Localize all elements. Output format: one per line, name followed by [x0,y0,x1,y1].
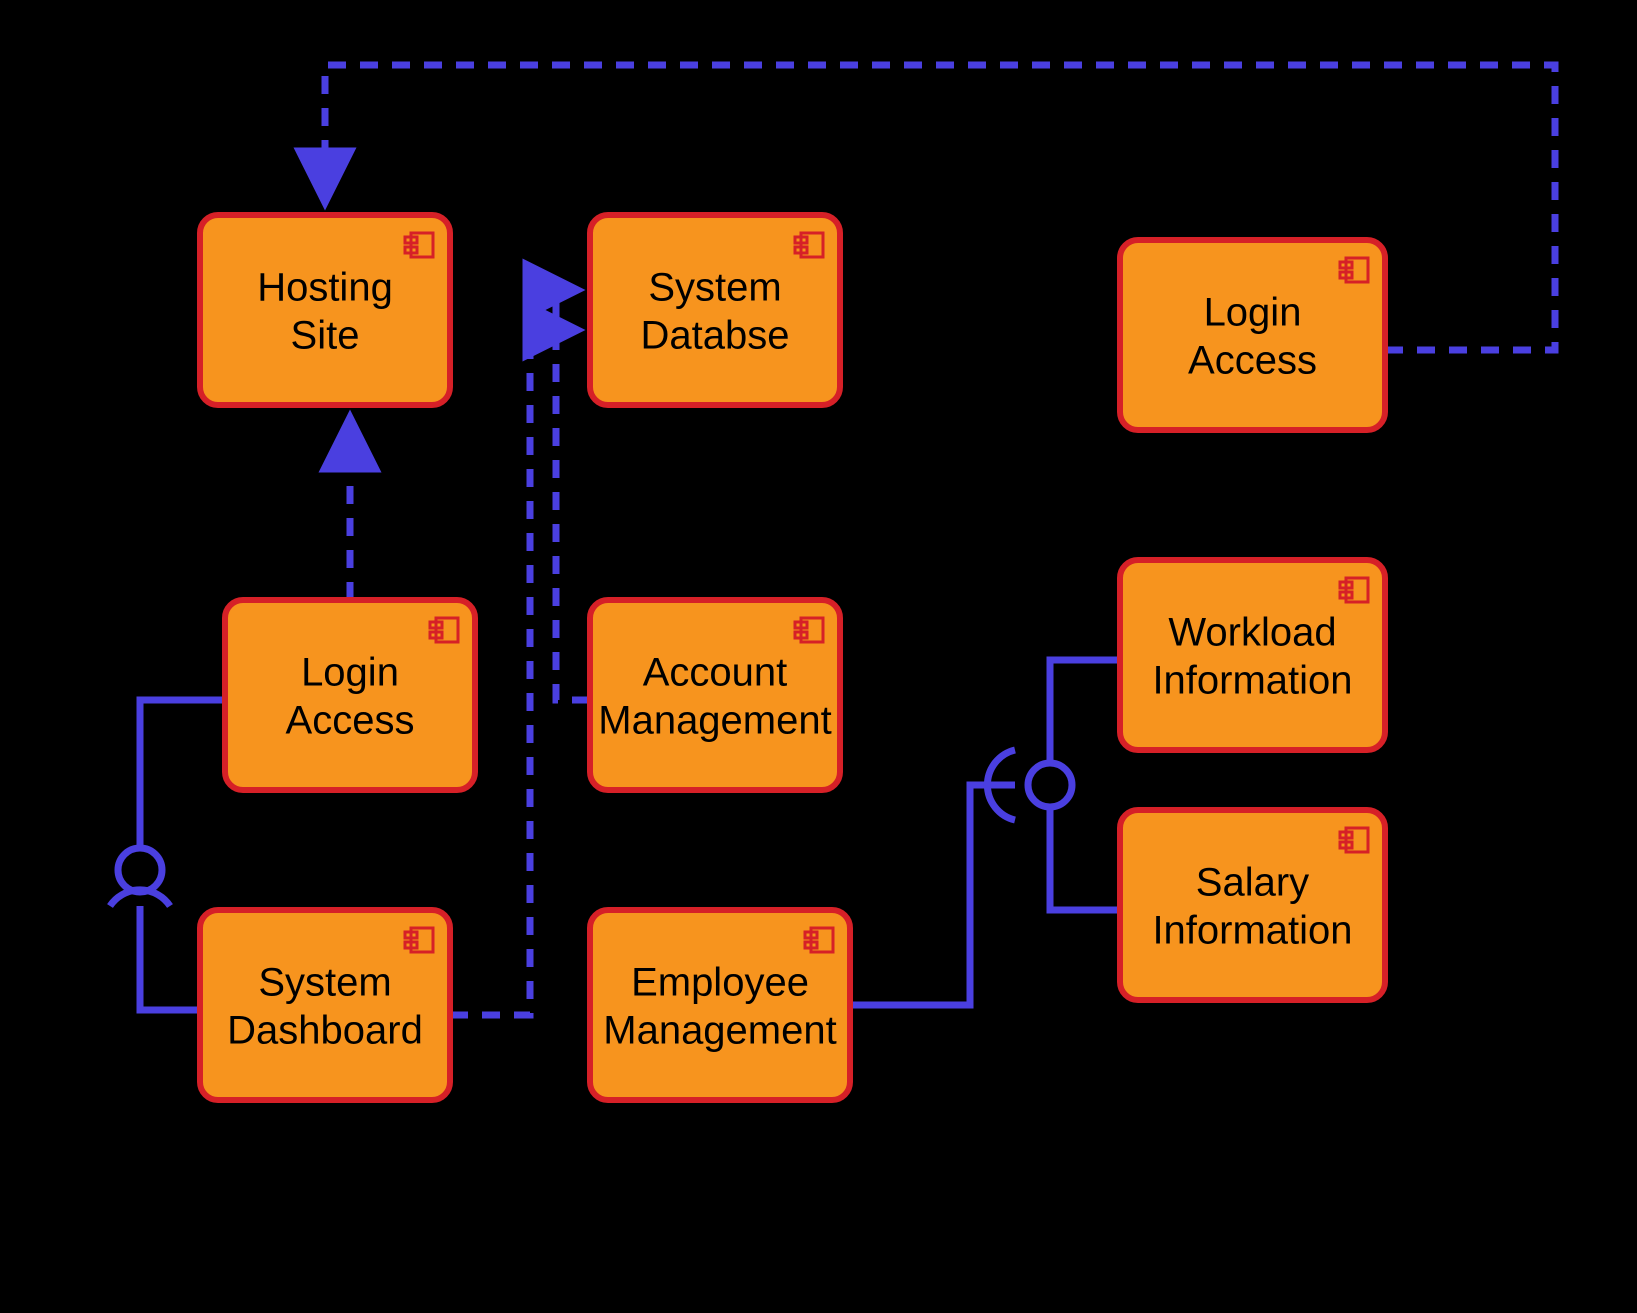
component-account-mgmt[interactable]: AccountManagement [590,600,840,790]
edge-salary-provide-iface [1050,807,1120,910]
component-label-line1: System [258,961,391,1005]
component-label-line2: Databse [641,314,790,358]
component-label-line1: Hosting [257,266,393,310]
component-employee-mgmt[interactable]: EmployeeManagement [590,910,850,1100]
component-login-access-left[interactable]: LoginAccess [225,600,475,790]
component-label-line2: Information [1152,659,1352,703]
component-label-line1: Login [301,651,399,695]
component-hosting-site[interactable]: HostingSite [200,215,450,405]
edge-login-provide-iface [140,700,225,848]
component-workload-info[interactable]: WorkloadInformation [1120,560,1385,750]
component-label-line2: Management [598,699,831,743]
component-label-line2: Dashboard [227,1009,423,1053]
component-salary-info[interactable]: SalaryInformation [1120,810,1385,1000]
component-login-access-right[interactable]: LoginAccess [1120,240,1385,430]
component-label-line1: Workload [1168,611,1336,655]
edge-account-to-database [556,290,590,700]
component-label-line2: Access [1188,339,1317,383]
edge-workload-provide-iface [1050,660,1120,763]
component-label-line2: Information [1152,909,1352,953]
component-diagram-canvas: HostingSiteSystemDatabseLoginAccessWorkl… [0,0,1637,1313]
edge-employee-require-iface [850,785,1015,1005]
edge-dashboard-require-iface [140,906,200,1010]
component-system-database[interactable]: SystemDatabse [590,215,840,405]
interface-ball-left [118,848,162,892]
component-label-line1: System [648,266,781,310]
component-label-line1: Account [643,651,788,695]
component-label-line1: Login [1204,291,1302,335]
component-label-line2: Site [291,314,360,358]
component-label-line1: Employee [631,961,809,1005]
component-label-line2: Access [286,699,415,743]
component-label-line2: Management [603,1009,836,1053]
component-label-line1: Salary [1196,861,1309,905]
component-system-dashboard[interactable]: SystemDashboard [200,910,450,1100]
interface-ball-right [1028,763,1072,807]
interface-socket-left [110,890,170,906]
